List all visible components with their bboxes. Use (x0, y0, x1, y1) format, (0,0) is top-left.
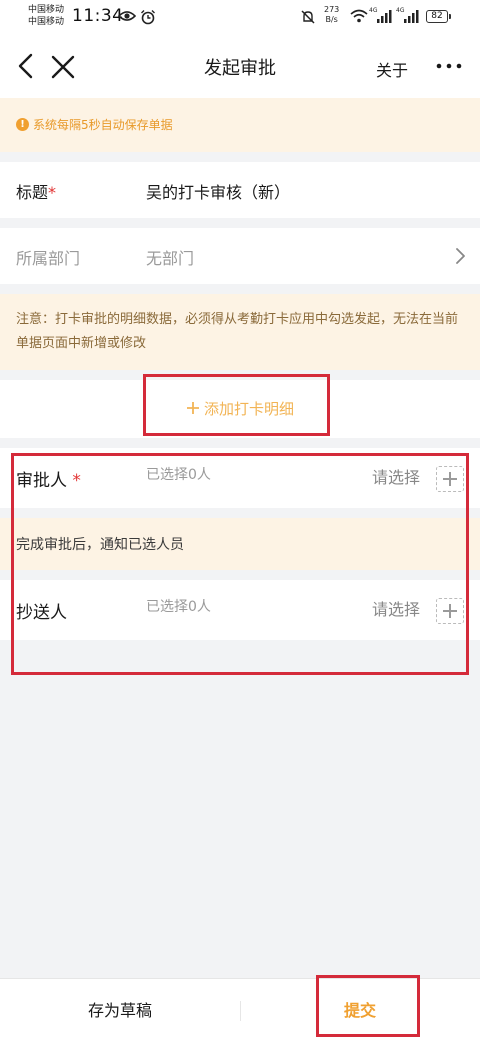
divider (240, 1001, 241, 1021)
title-label-text: 标题 (16, 183, 49, 202)
highlight-box-add-detail (143, 374, 330, 436)
chevron-right-icon (456, 248, 465, 264)
title-row[interactable]: 标题* 吴的打卡审核（新） (0, 162, 480, 218)
highlight-box-submit (316, 975, 420, 1037)
signal-icon (404, 10, 419, 23)
nav-bar: 发起审批 关于 (0, 34, 480, 98)
autosave-text: 系统每隔5秒自动保存单据 (33, 118, 173, 132)
department-value: 无部门 (146, 249, 195, 268)
department-row[interactable]: 所属部门 无部门 (0, 228, 480, 284)
eye-icon (118, 11, 136, 21)
close-icon[interactable] (50, 54, 76, 80)
wifi-icon (350, 9, 368, 23)
title-input[interactable]: 吴的打卡审核（新） (146, 179, 290, 203)
carrier-1: 中国移动 (28, 5, 65, 15)
required-mark: * (48, 183, 57, 202)
save-draft-button[interactable]: 存为草稿 (0, 997, 240, 1021)
status-time: 11:34 (72, 6, 124, 26)
info-icon: ! (16, 118, 29, 131)
alarm-icon (141, 10, 155, 25)
autosave-notice: ! 系统每隔5秒自动保存单据 (0, 98, 480, 152)
department-label: 所属部门 (16, 249, 81, 268)
about-link[interactable]: 关于 (376, 57, 408, 81)
clock-in-note: 注意：打卡审批的明细数据，必须得从考勤打卡应用中勾选发起，无法在当前单据页面中新… (0, 294, 480, 370)
net-speed-unit: B/s (325, 15, 338, 24)
back-icon[interactable] (14, 52, 40, 80)
battery-icon: 82 (426, 10, 451, 23)
signal-icon (377, 10, 392, 23)
network-speed: 273 B/s (324, 5, 339, 25)
title-label: 标题* (16, 179, 56, 203)
carrier-labels: 中国移动 中国移动 (28, 4, 64, 28)
status-bar: 中国移动 中国移动 11:34 273 B/s 4G 4G 82 (0, 0, 480, 34)
net-speed-value: 273 (324, 5, 340, 14)
carrier-2: 中国移动 (28, 17, 65, 27)
highlight-box-approvers (11, 453, 469, 675)
more-icon[interactable] (434, 56, 464, 76)
mute-bell-icon (301, 10, 315, 24)
